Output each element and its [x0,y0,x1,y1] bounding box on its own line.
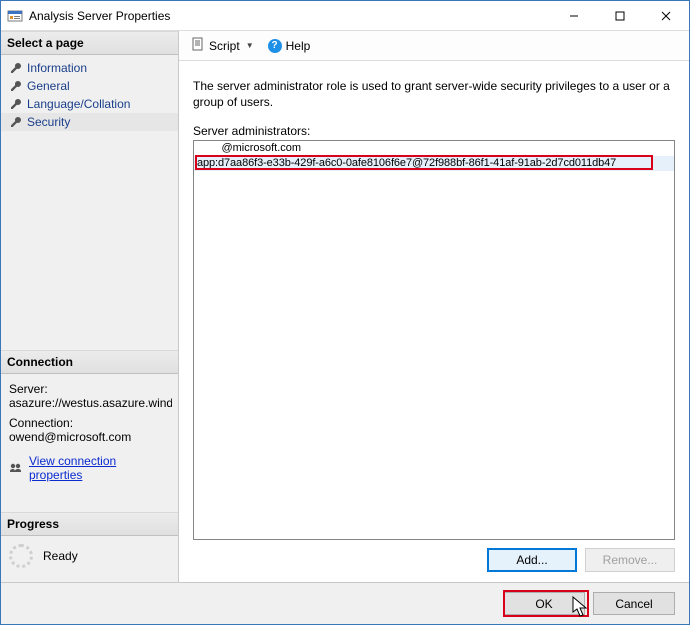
connection-label: Connection: [9,416,172,430]
chevron-down-icon: ▼ [246,41,254,50]
progress-status: Ready [43,549,78,563]
wrench-icon [9,115,23,129]
admin-row[interactable]: app:d7aa86f3-e33b-429f-a6c0-0afe8106f6e7… [194,156,674,171]
add-button[interactable]: Add... [487,548,577,572]
remove-label: Remove... [603,553,658,567]
nav-label: Language/Collation [27,97,130,111]
minimize-button[interactable] [551,1,597,30]
titlebar: Analysis Server Properties [1,1,689,31]
security-description: The server administrator role is used to… [193,79,675,110]
nav-label: Information [27,61,87,75]
cancel-label: Cancel [615,597,652,611]
window-controls [551,1,689,30]
cancel-button[interactable]: Cancel [593,592,675,615]
nav-general[interactable]: General [1,77,178,95]
progress-spinner-icon [9,544,33,568]
script-button[interactable]: Script ▼ [187,35,258,56]
toolbar: Script ▼ ? Help [179,31,689,61]
progress-body: Ready [1,536,178,576]
right-panel: Script ▼ ? Help The server administrator… [179,31,689,582]
close-button[interactable] [643,1,689,30]
maximize-button[interactable] [597,1,643,30]
properties-dialog: Analysis Server Properties Select a page… [0,0,690,625]
progress-header: Progress [1,512,178,536]
select-page-header: Select a page [1,31,178,55]
wrench-icon [9,97,23,111]
connection-icon [9,460,23,477]
add-label: Add... [516,553,547,567]
dialog-footer: OK Cancel [1,582,689,624]
wrench-icon [9,61,23,75]
app-icon [7,8,23,24]
view-connection-properties-text: View connection properties [29,454,172,482]
connection-value: owend@microsoft.com [9,430,172,444]
admins-list-label: Server administrators: [193,124,675,138]
server-value: asazure://westus.asazure.windows [9,396,172,410]
remove-button: Remove... [585,548,675,572]
server-admins-listbox[interactable]: @microsoft.com app:d7aa86f3-e33b-429f-a6… [193,140,675,540]
wrench-icon [9,79,23,93]
help-icon: ? [268,39,282,53]
nav-information[interactable]: Information [1,59,178,77]
admin-buttons: Add... Remove... [193,548,675,572]
server-label: Server: [9,382,172,396]
script-icon [191,37,205,54]
window-title: Analysis Server Properties [29,9,551,23]
script-label: Script [209,39,240,53]
help-label: Help [286,39,311,53]
help-button[interactable]: ? Help [264,37,315,55]
nav-label: Security [27,115,70,129]
security-page: The server administrator role is used to… [179,61,689,582]
connection-info: Server: asazure://westus.asazure.windows… [1,374,178,488]
connection-header: Connection [1,350,178,374]
nav-security[interactable]: Security [1,113,178,131]
ok-label: OK [535,597,552,611]
view-connection-properties-link[interactable]: View connection properties [9,454,172,482]
admin-row[interactable]: @microsoft.com [194,141,674,156]
left-panel: Select a page Information General Langua… [1,31,179,582]
ok-button[interactable]: OK [503,592,585,615]
page-nav: Information General Language/Collation S… [1,55,178,137]
nav-language-collation[interactable]: Language/Collation [1,95,178,113]
nav-label: General [27,79,70,93]
